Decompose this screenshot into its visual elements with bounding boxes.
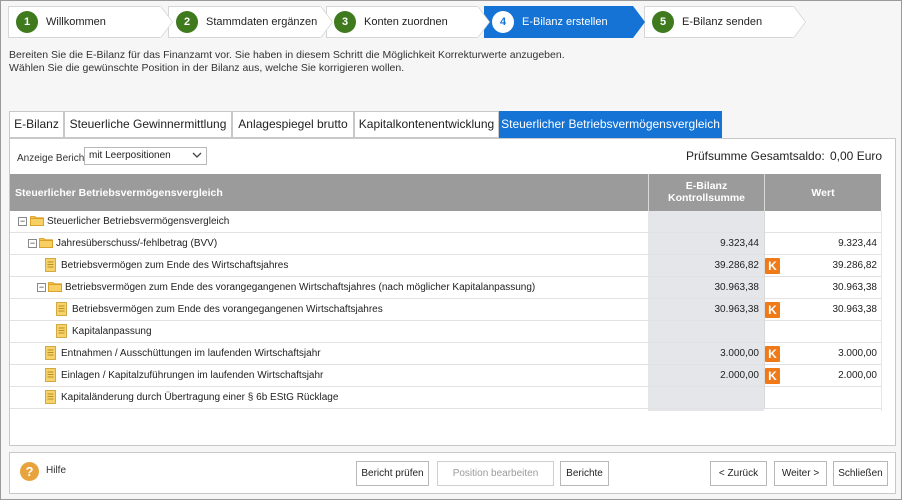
column-header-name: Steuerlicher Betriebsvermögensvergleich [15, 187, 223, 199]
step-number-badge: 2 [176, 11, 198, 33]
select-value: mit Leerpositionen [89, 150, 171, 161]
step-label: E-Bilanz erstellen [522, 16, 608, 28]
row-label: Betriebsvermögen zum Ende des vorangegan… [72, 304, 383, 315]
row-label: Betriebsvermögen zum Ende des vorangegan… [65, 282, 536, 293]
kontrollsumme-value: 30.963,38 [714, 282, 760, 293]
collapse-toggle-icon[interactable]: − [37, 283, 46, 292]
wert-value: 30.963,38 [832, 282, 878, 293]
kontrollsumme-value: 9.323,44 [720, 238, 759, 249]
app-window: 1 Willkommen 2 Stammdaten ergänzen 3 Kon… [0, 0, 902, 500]
anzeige-bericht-select[interactable]: mit Leerpositionen [84, 147, 207, 165]
folder-icon [48, 281, 62, 292]
weiter-button[interactable]: Weiter > [774, 461, 827, 486]
kontrollsumme-value: 39.286,82 [714, 260, 760, 271]
row-label: Kapitaländerung durch Übertragung einer … [61, 392, 339, 403]
table-row[interactable]: Einlagen / Kapitalzuführungen im laufend… [10, 365, 881, 387]
table-row[interactable]: Betriebsvermögen zum Ende des Wirtschaft… [10, 255, 881, 277]
position-bearbeiten-button[interactable]: Position bearbeiten [437, 461, 554, 486]
collapse-toggle-icon[interactable]: − [28, 239, 37, 248]
column-header-kontrollsumme: E-Bilanz Kontrollsumme [648, 174, 764, 211]
help-icon[interactable]: ? [20, 462, 39, 481]
kontrollsumme-value: 2.000,00 [720, 370, 759, 381]
document-icon [56, 324, 67, 338]
table-row[interactable]: Kapitaländerung durch Übertragung einer … [10, 387, 881, 409]
header-line: Kontrollsumme [667, 192, 745, 204]
row-label: Entnahmen / Ausschüttungen im laufenden … [61, 348, 321, 359]
schliessen-button[interactable]: Schließen [833, 461, 888, 486]
step-number-badge: 5 [652, 11, 674, 33]
wizard-step-ebilanz-erstellen[interactable]: 4 E-Bilanz erstellen [484, 6, 645, 38]
row-label: Betriebsvermögen zum Ende des Wirtschaft… [61, 260, 289, 271]
step-number-badge: 1 [16, 11, 38, 33]
wizard-step-stammdaten[interactable]: 2 Stammdaten ergänzen [168, 6, 333, 38]
wert-value: 2.000,00 [838, 370, 877, 381]
folder-icon [30, 215, 44, 226]
column-header-wert: Wert [764, 174, 881, 211]
kontrollsumme-value: 3.000,00 [720, 348, 759, 359]
wert-value: 9.323,44 [838, 238, 877, 249]
report-panel: Anzeige Bericht: mit Leerpositionen Prüf… [9, 138, 896, 446]
row-label: Einlagen / Kapitalzuführungen im laufend… [61, 370, 324, 381]
tab-steuerlicher-bvv[interactable]: Steuerlicher Betriebsvermögensvergleich [499, 111, 722, 138]
header-line: E-Bilanz [685, 180, 728, 192]
document-icon [45, 346, 56, 360]
step-number-badge: 3 [334, 11, 356, 33]
folder-icon [39, 237, 53, 248]
row-label: Jahresüberschuss/-fehlbetrag (BVV) [56, 238, 218, 249]
table-row[interactable]: − Jahresüberschuss/-fehlbetrag (BVV) 9.323… [10, 233, 881, 255]
step-label: Stammdaten ergänzen [206, 16, 318, 28]
row-label: Kapitalanpassung [72, 326, 152, 337]
intro-line: Wählen Sie die gewünschte Position in de… [9, 62, 405, 74]
step-number-badge: 4 [492, 11, 514, 33]
document-icon [45, 390, 56, 404]
intro-line: Bereiten Sie die E-Bilanz für das Finanz… [9, 49, 565, 61]
step-label: Konten zuordnen [364, 16, 448, 28]
tab-ebilanz[interactable]: E-Bilanz [9, 111, 64, 138]
zurueck-button[interactable]: < Zurück [710, 461, 767, 486]
wizard-step-ebilanz-senden[interactable]: 5 E-Bilanz senden [644, 6, 806, 38]
pruefsumme-label: Prüfsumme Gesamtsaldo: [686, 149, 825, 163]
step-label: E-Bilanz senden [682, 16, 763, 28]
scrollbar-track[interactable] [881, 211, 895, 411]
footer-bar: ? Hilfe Bericht prüfen Position bearbeit… [9, 452, 896, 494]
table-row[interactable]: Betriebsvermögen zum Ende des vorangegan… [10, 299, 881, 321]
berichte-button[interactable]: Berichte [560, 461, 609, 486]
wert-value: 39.286,82 [832, 260, 878, 271]
wizard-steps: 1 Willkommen 2 Stammdaten ergänzen 3 Kon… [8, 6, 896, 38]
document-icon [45, 368, 56, 382]
intro-text: Bereiten Sie die E-Bilanz für das Finanz… [9, 49, 565, 75]
wert-value: 30.963,38 [832, 304, 878, 315]
table-row[interactable]: − Betriebsvermögen zum Ende des vorangega… [10, 277, 881, 299]
table-row[interactable]: Entnahmen / Ausschüttungen im laufenden … [10, 343, 881, 365]
chevron-down-icon [192, 152, 202, 158]
table-row[interactable]: Kapitalanpassung [10, 321, 881, 343]
bericht-pruefen-button[interactable]: Bericht prüfen [356, 461, 429, 486]
collapse-toggle-icon[interactable]: − [18, 217, 27, 226]
document-icon [45, 258, 56, 272]
document-icon [56, 302, 67, 316]
wizard-step-willkommen[interactable]: 1 Willkommen [8, 6, 173, 38]
step-label: Willkommen [46, 16, 106, 28]
tab-kapitalkontenentwicklung[interactable]: Kapitalkontenentwicklung [354, 111, 499, 138]
help-link[interactable]: Hilfe [46, 465, 66, 476]
tab-anlagespiegel-brutto[interactable]: Anlagespiegel brutto [232, 111, 354, 138]
row-label: Steuerlicher Betriebsvermögensvergleich [47, 216, 230, 227]
wizard-step-konten[interactable]: 3 Konten zuordnen [326, 6, 490, 38]
wert-value: 3.000,00 [838, 348, 877, 359]
table-header: Steuerlicher Betriebsvermögensvergleich … [10, 174, 881, 211]
pruefsumme-value: 0,00 Euro [830, 149, 883, 163]
anzeige-bericht-label: Anzeige Bericht: [17, 153, 90, 164]
tab-steuerliche-gewinnermittlung[interactable]: Steuerliche Gewinnermittlung [64, 111, 232, 138]
kontrollsumme-value: 30.963,38 [714, 304, 760, 315]
table-row[interactable]: − Steuerlicher Betriebsvermögensvergleich [10, 211, 881, 233]
